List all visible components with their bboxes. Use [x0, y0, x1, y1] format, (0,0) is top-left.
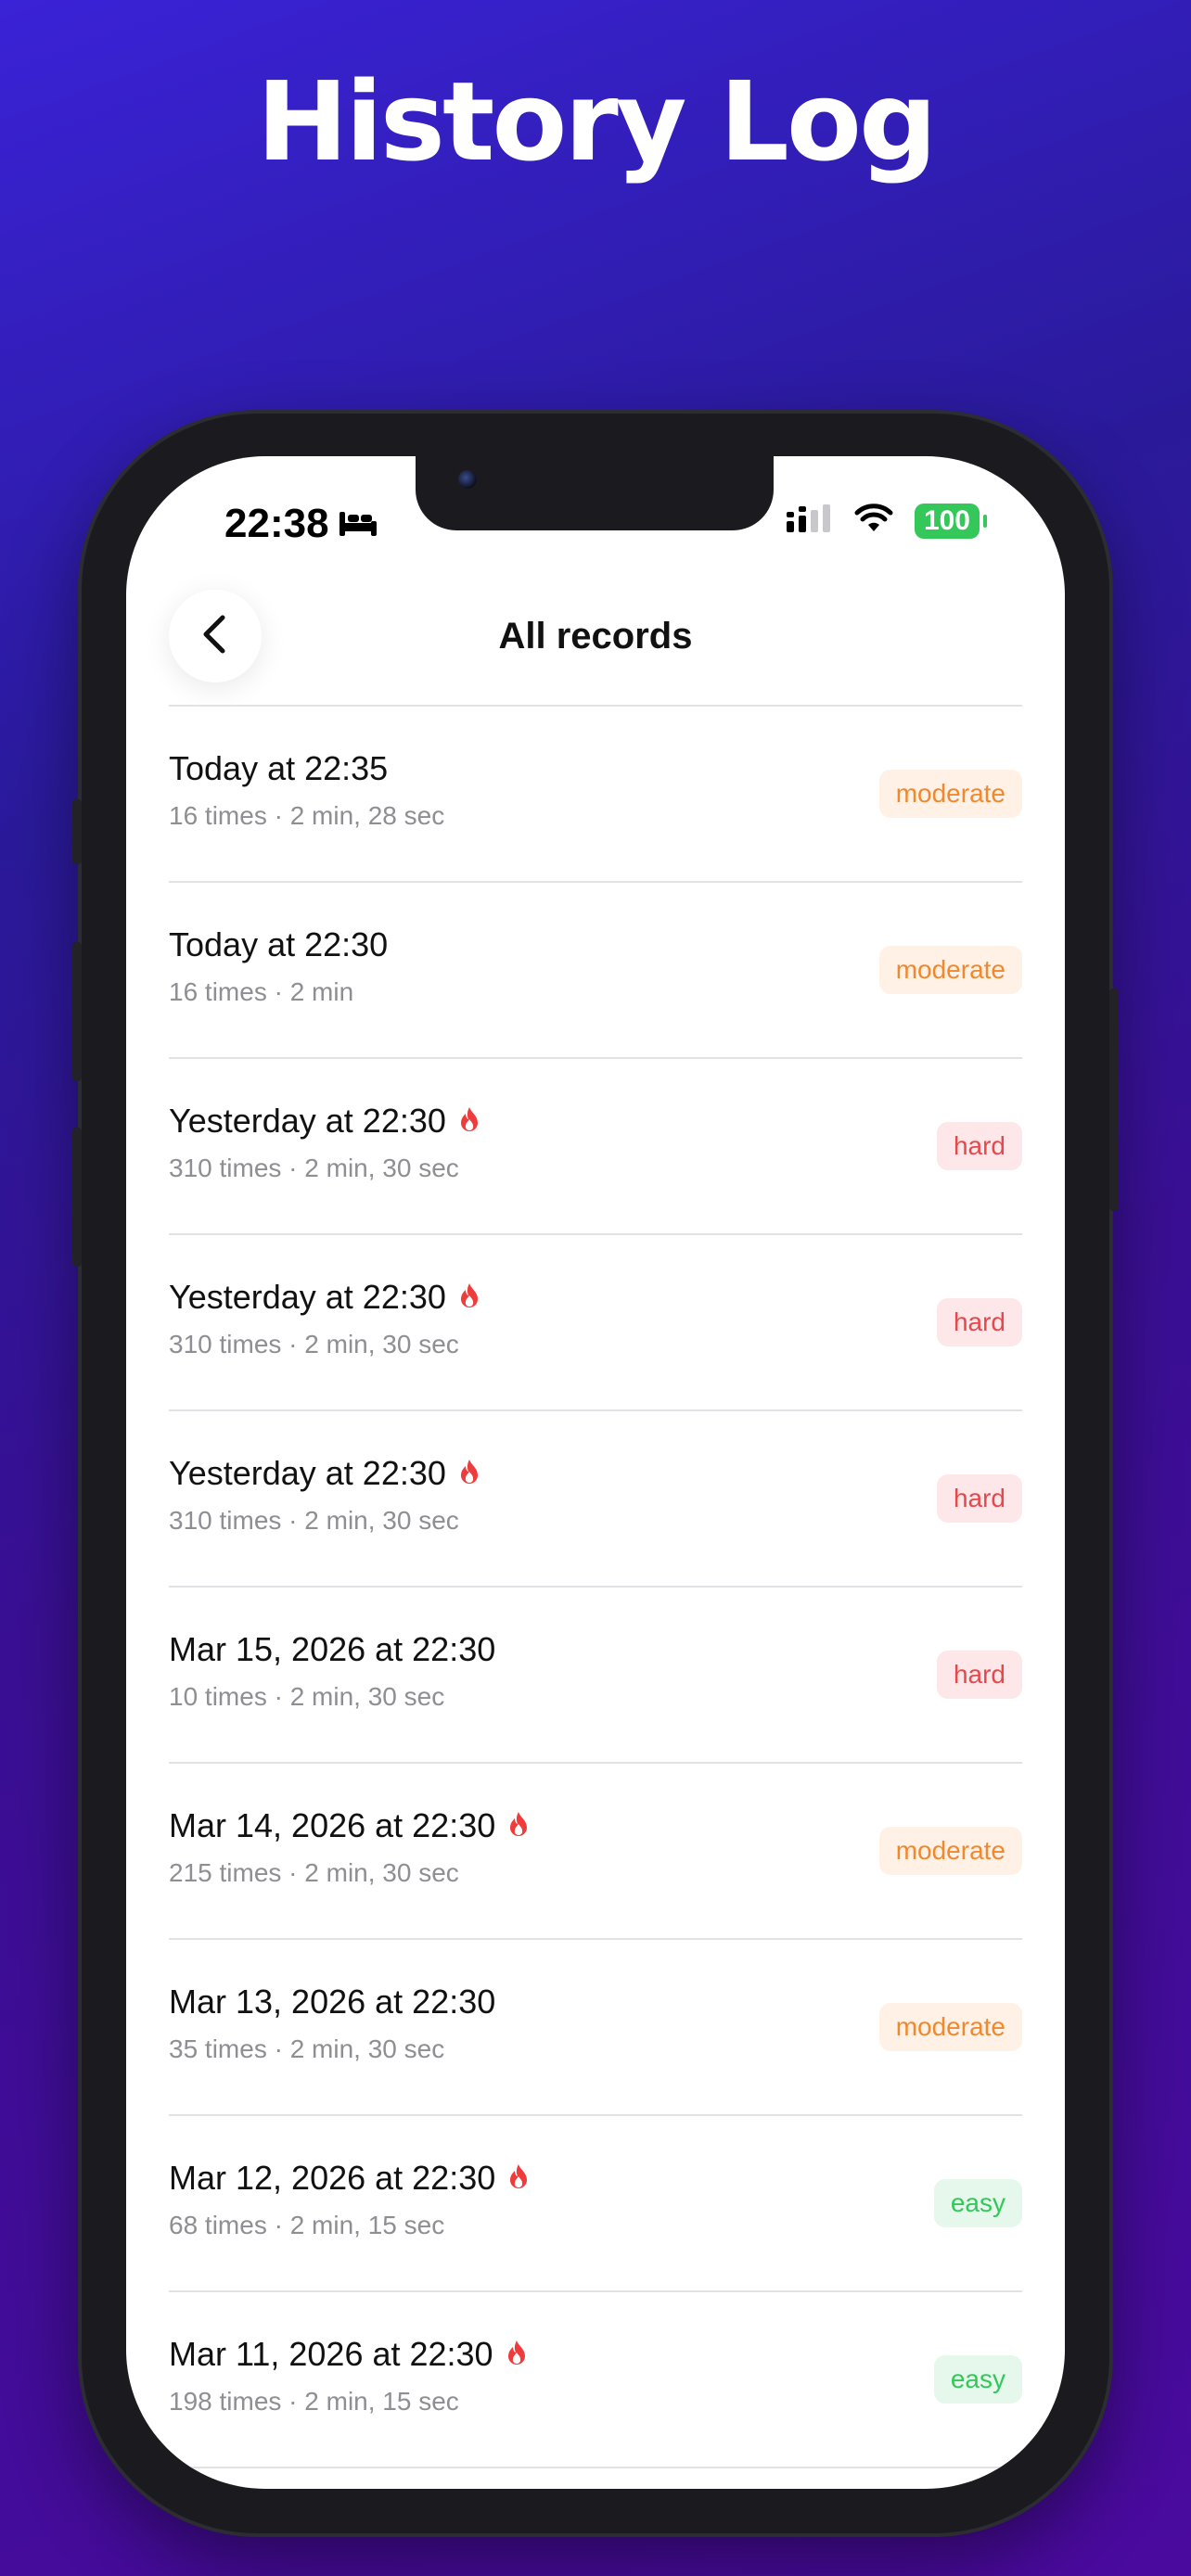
flame-icon — [459, 1278, 480, 1317]
record-row[interactable]: Yesterday at 22:30 310 times · 2 min, 30… — [169, 1235, 1022, 1411]
difficulty-badge: hard — [936, 1474, 1022, 1523]
difficulty-badge: moderate — [878, 1827, 1022, 1875]
record-title: Mar 11, 2026 at 22:30 — [169, 2335, 527, 2374]
record-datetime: Mar 14, 2026 at 22:30 — [169, 1806, 496, 1844]
flame-icon — [508, 2159, 529, 2198]
record-title: Today at 22:35 — [169, 749, 388, 788]
record-title: Yesterday at 22:30 — [169, 1102, 480, 1141]
difficulty-badge: easy — [933, 2179, 1022, 2227]
record-title: Yesterday at 22:30 — [169, 1278, 480, 1317]
page-title: All records — [498, 616, 693, 657]
record-datetime: Yesterday at 22:30 — [169, 1278, 446, 1316]
promo-title: History Log — [256, 57, 938, 185]
record-row[interactable]: Yesterday at 22:30 310 times · 2 min, 30… — [169, 1059, 1022, 1235]
flame-icon — [508, 1806, 529, 1845]
record-title: Yesterday at 22:30 — [169, 1454, 480, 1493]
record-datetime: Today at 22:35 — [169, 749, 389, 787]
record-row[interactable]: Mar 12, 2026 at 22:30 68 times · 2 min, … — [169, 2116, 1022, 2292]
record-datetime: Mar 13, 2026 at 22:30 — [169, 1983, 496, 2021]
difficulty-badge: moderate — [878, 770, 1022, 818]
record-datetime: Mar 12, 2026 at 22:30 — [169, 2159, 496, 2197]
record-row[interactable]: Yesterday at 22:30 310 times · 2 min, 30… — [169, 1411, 1022, 1588]
difficulty-badge: easy — [933, 2355, 1022, 2404]
difficulty-badge: hard — [936, 1651, 1022, 1699]
record-summary: 310 times · 2 min, 30 sec — [169, 1330, 459, 1358]
battery-indicator: 100 — [914, 503, 988, 539]
app-screen: 22:38 100 All records Today at 22:35 16 … — [126, 456, 1065, 2489]
record-title: Mar 13, 2026 at 22:30 — [169, 1983, 495, 2021]
volume-down-button — [72, 1128, 82, 1267]
record-row[interactable]: Mar 14, 2026 at 22:30 215 times · 2 min,… — [169, 1764, 1022, 1940]
record-summary: 16 times · 2 min — [169, 977, 354, 1006]
wifi-icon — [853, 503, 894, 539]
record-summary: 35 times · 2 min, 30 sec — [169, 2034, 445, 2063]
sleep-focus-icon — [338, 508, 378, 542]
record-title: Mar 12, 2026 at 22:30 — [169, 2159, 529, 2198]
difficulty-badge: hard — [936, 1298, 1022, 1346]
record-row[interactable]: Mar 11, 2026 at 22:30 198 times · 2 min,… — [169, 2292, 1022, 2468]
cellular-signal-icon — [785, 503, 833, 539]
record-datetime: Yesterday at 22:30 — [169, 1102, 446, 1140]
camera — [458, 470, 477, 489]
flame-icon — [459, 1454, 480, 1493]
records-list: Today at 22:35 16 times · 2 min, 28 sec … — [169, 707, 1022, 2468]
record-row[interactable]: Today at 22:30 16 times · 2 min moderate — [169, 883, 1022, 1059]
record-summary: 10 times · 2 min, 30 sec — [169, 1682, 445, 1711]
mute-switch — [72, 799, 82, 864]
status-indicators: 100 — [785, 503, 988, 539]
power-button — [1109, 988, 1119, 1211]
notch — [416, 456, 774, 530]
flame-icon — [459, 1102, 480, 1141]
record-datetime: Mar 15, 2026 at 22:30 — [169, 1630, 496, 1668]
difficulty-badge: hard — [936, 1122, 1022, 1170]
difficulty-badge: moderate — [878, 946, 1022, 994]
record-datetime: Mar 11, 2026 at 22:30 — [169, 2335, 493, 2373]
record-datetime: Yesterday at 22:30 — [169, 1454, 446, 1492]
record-summary: 215 times · 2 min, 30 sec — [169, 1858, 459, 1887]
flame-icon — [506, 2335, 527, 2374]
record-summary: 16 times · 2 min, 28 sec — [169, 801, 445, 830]
record-summary: 310 times · 2 min, 30 sec — [169, 1154, 459, 1182]
record-title: Mar 14, 2026 at 22:30 — [169, 1806, 529, 1845]
record-datetime: Today at 22:30 — [169, 925, 389, 963]
volume-up-button — [72, 942, 82, 1081]
status-time: 22:38 — [224, 501, 329, 546]
record-row[interactable]: Mar 15, 2026 at 22:30 10 times · 2 min, … — [169, 1588, 1022, 1764]
record-row[interactable]: Mar 13, 2026 at 22:30 35 times · 2 min, … — [169, 1940, 1022, 2116]
record-summary: 68 times · 2 min, 15 sec — [169, 2211, 445, 2239]
record-row[interactable]: Today at 22:35 16 times · 2 min, 28 sec … — [169, 707, 1022, 883]
record-title: Mar 15, 2026 at 22:30 — [169, 1630, 495, 1669]
record-summary: 198 times · 2 min, 15 sec — [169, 2387, 459, 2416]
record-summary: 310 times · 2 min, 30 sec — [169, 1506, 459, 1535]
difficulty-badge: moderate — [878, 2003, 1022, 2051]
record-title: Today at 22:30 — [169, 925, 388, 964]
